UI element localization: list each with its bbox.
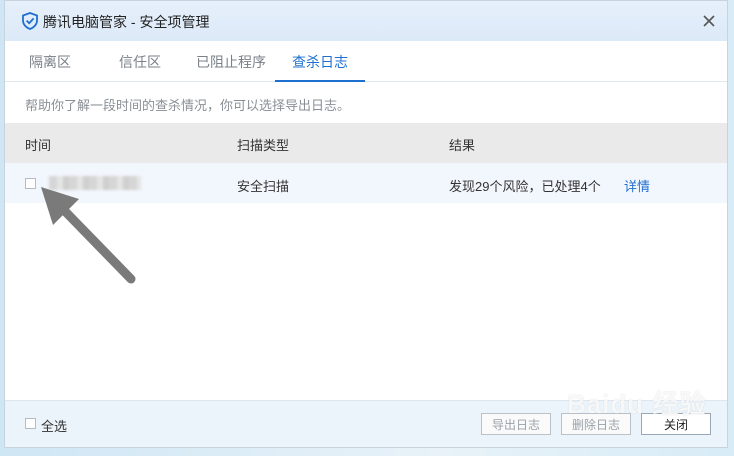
- info-text: 帮助你了解一段时间的查杀情况，你可以选择导出日志。: [25, 98, 351, 113]
- row-checkbox[interactable]: [25, 178, 36, 189]
- select-all-label[interactable]: 全选: [41, 416, 67, 435]
- watermark: Baidu 经验: [567, 389, 707, 419]
- header-result: 结果: [449, 138, 476, 153]
- security-management-window: 腾讯电脑管家 - 安全项管理 隔离区 信任区 已阻止程序 查杀日志 帮助你了解一…: [4, 0, 728, 448]
- close-icon[interactable]: [697, 9, 721, 33]
- redacted-time: [49, 176, 141, 190]
- shield-icon: [22, 12, 38, 30]
- header-time: 时间: [25, 138, 52, 153]
- scan-type-cell: 安全扫描: [237, 179, 290, 194]
- result-cell: 发现29个风险，已处理4个: [449, 179, 601, 194]
- table-row[interactable]: 安全扫描 发现29个风险，已处理4个 详情: [5, 163, 727, 203]
- tab-quarantine[interactable]: 隔离区: [25, 43, 75, 81]
- header-scan-type: 扫描类型: [237, 138, 290, 153]
- tab-bar: 隔离区 信任区 已阻止程序 查杀日志: [5, 43, 727, 82]
- export-log-button[interactable]: 导出日志: [481, 413, 551, 435]
- tab-scan-log[interactable]: 查杀日志: [275, 43, 365, 82]
- title-bar: 腾讯电脑管家 - 安全项管理: [5, 1, 727, 41]
- select-all-checkbox[interactable]: [25, 418, 36, 429]
- details-link[interactable]: 详情: [624, 176, 650, 195]
- window-title: 腾讯电脑管家 - 安全项管理: [43, 14, 210, 30]
- table-header: 时间 扫描类型 结果: [5, 123, 727, 163]
- tab-trust-zone[interactable]: 信任区: [115, 43, 165, 81]
- tab-blocked-programs[interactable]: 已阻止程序: [193, 43, 269, 81]
